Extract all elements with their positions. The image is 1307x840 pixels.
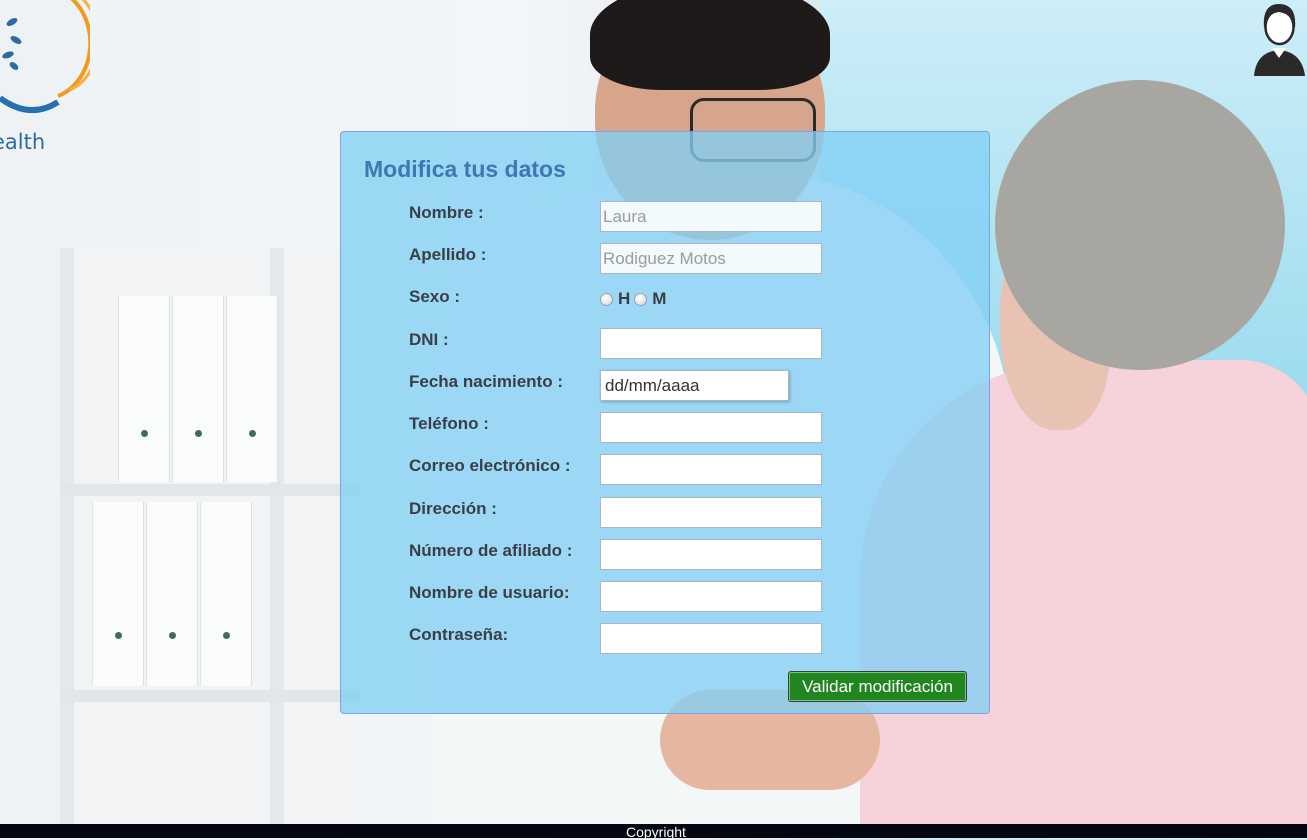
- validar-modificacion-button[interactable]: Validar modificación: [788, 671, 967, 702]
- direccion-row: Dirección :: [341, 497, 991, 529]
- binder: [146, 502, 198, 686]
- sexo-radio-group: H M: [600, 289, 670, 309]
- binder: [200, 502, 252, 686]
- binder: [172, 296, 224, 482]
- afiliado-label: Número de afiliado :: [409, 541, 573, 560]
- telefono-row: Teléfono :: [341, 412, 991, 444]
- apellido-label: Apellido :: [409, 245, 487, 264]
- fecha-row: Fecha nacimiento :: [341, 370, 991, 402]
- usuario-label: Nombre de usuario:: [409, 583, 570, 602]
- patient-hair: [995, 80, 1285, 370]
- doctor-hair: [590, 0, 830, 90]
- contrasena-label: Contraseña:: [409, 625, 509, 644]
- form-title: Modifica tus datos: [364, 156, 566, 182]
- shelf-post: [60, 248, 74, 838]
- shelf-board: [60, 690, 360, 702]
- apellido-input[interactable]: [600, 243, 822, 274]
- direccion-input[interactable]: [600, 497, 822, 528]
- usuario-input[interactable]: [600, 581, 822, 612]
- sexo-label: Sexo :: [409, 287, 461, 306]
- correo-label: Correo electrónico :: [409, 456, 571, 475]
- logo-mark-icon: [0, 0, 100, 114]
- contrasena-row: Contraseña:: [341, 623, 991, 655]
- telefono-label: Teléfono :: [409, 414, 489, 433]
- dni-row: DNI :: [341, 328, 991, 360]
- nombre-row: Nombre :: [341, 201, 991, 233]
- fecha-nacimiento-input[interactable]: [600, 370, 789, 401]
- user-avatar-icon[interactable]: [1252, 0, 1307, 76]
- sexo-row: Sexo : H M: [341, 285, 991, 317]
- footer-copyright: Copyright: [626, 824, 686, 840]
- sexo-h-radio[interactable]: [600, 292, 613, 306]
- correo-input[interactable]: [600, 454, 822, 485]
- nombre-input[interactable]: [600, 201, 822, 232]
- correo-row: Correo electrónico :: [341, 454, 991, 486]
- afiliado-input[interactable]: [600, 539, 822, 570]
- dni-label: DNI :: [409, 330, 449, 349]
- binder: [118, 296, 170, 482]
- direccion-label: Dirección :: [409, 499, 497, 518]
- footer: Copyright: [0, 824, 1307, 840]
- sexo-m-label: M: [652, 289, 667, 308]
- telefono-input[interactable]: [600, 412, 822, 443]
- dni-input[interactable]: [600, 328, 822, 359]
- apellido-row: Apellido :: [341, 243, 991, 275]
- binder: [92, 502, 144, 686]
- nombre-label: Nombre :: [409, 203, 484, 222]
- fecha-label: Fecha nacimiento :: [409, 372, 563, 391]
- binder: [226, 296, 278, 482]
- logo-text: ealth: [0, 130, 46, 154]
- contrasena-input[interactable]: [600, 623, 822, 654]
- shelf-board: [60, 484, 360, 496]
- edit-profile-form: Modifica tus datos Nombre : Apellido : S…: [340, 131, 990, 714]
- brand-logo[interactable]: ealth: [0, 0, 100, 160]
- afiliado-row: Número de afiliado :: [341, 539, 991, 571]
- sexo-h-label: H: [618, 289, 631, 308]
- usuario-row: Nombre de usuario:: [341, 581, 991, 613]
- sexo-m-radio[interactable]: [634, 292, 648, 306]
